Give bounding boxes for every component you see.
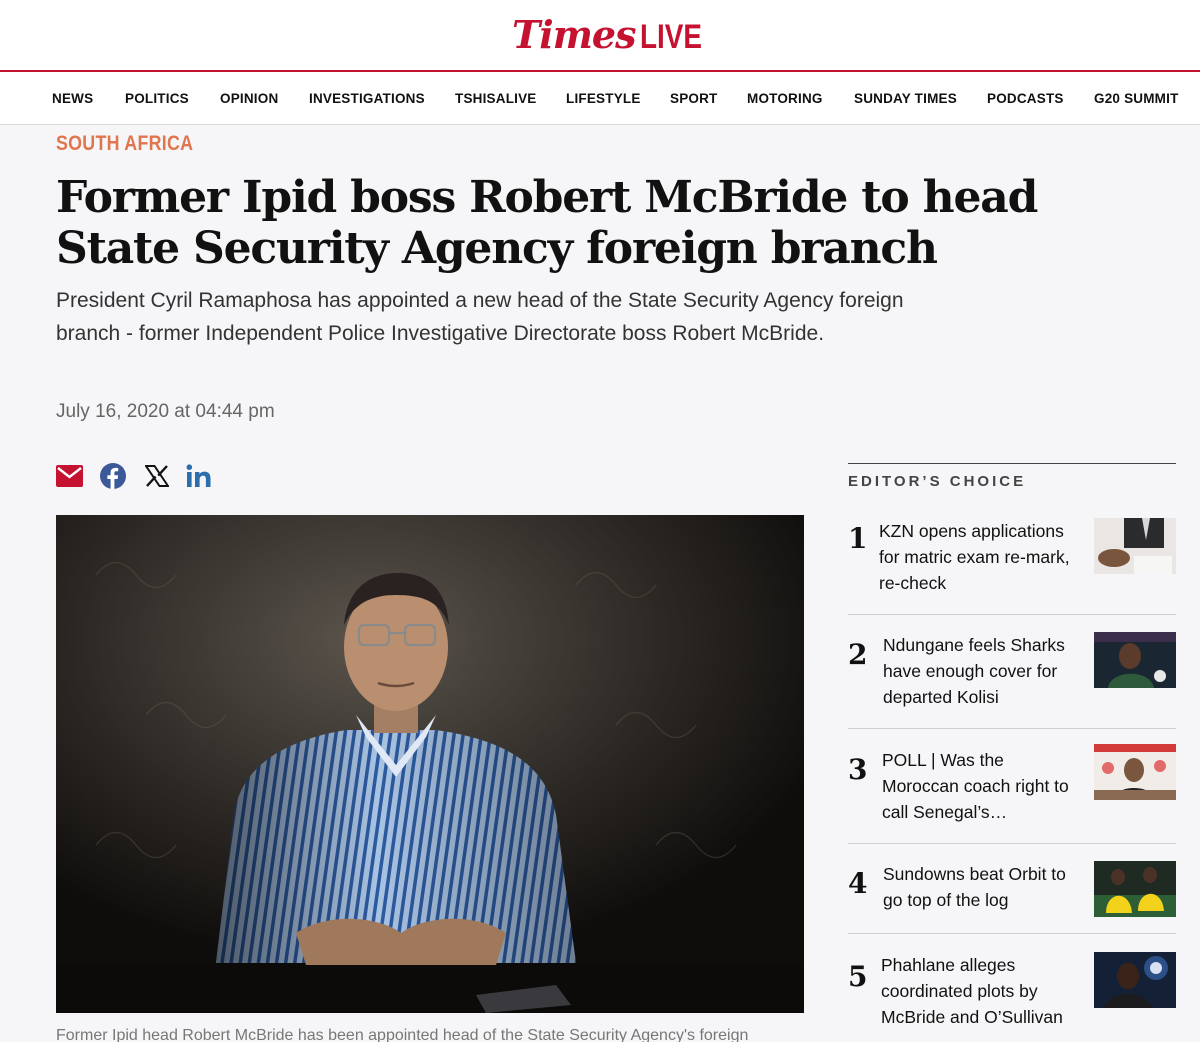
nav-item-lifestyle[interactable]: LIFESTYLE <box>566 91 641 106</box>
editors-choice-thumbnail[interactable] <box>1094 518 1176 574</box>
editors-choice-item-3[interactable]: 3 POLL | Was the Moroccan coach right to… <box>848 739 1176 844</box>
editors-choice-headline[interactable]: Sundowns beat Orbit to go top of the log <box>883 861 1083 913</box>
nav-item-tshisalive[interactable]: TSHISALIVE <box>455 91 537 106</box>
article-date: July 16, 2020 at 04:44 pm <box>56 401 275 422</box>
logo-live-text: LIVE <box>639 18 702 56</box>
facebook-icon <box>100 463 126 489</box>
nav-item-motoring[interactable]: MOTORING <box>747 91 823 106</box>
editors-choice-headline[interactable]: KZN opens applications for matric exam r… <box>879 518 1079 596</box>
editors-choice-thumbnail[interactable] <box>1094 861 1176 917</box>
nav-item-podcasts[interactable]: PODCASTS <box>987 91 1064 106</box>
editors-choice-number: 4 <box>848 867 868 900</box>
editors-choice-separator <box>848 843 1176 844</box>
nav-item-sport[interactable]: SPORT <box>670 91 718 106</box>
editors-choice-thumbnail[interactable] <box>1094 744 1176 800</box>
facebook-share-button[interactable] <box>99 462 127 490</box>
email-icon <box>55 465 83 487</box>
article-standfirst: President Cyril Ramaphosa has appointed … <box>56 289 904 345</box>
article-main-photo <box>56 515 804 1013</box>
nav-item-investigations[interactable]: INVESTIGATIONS <box>309 91 425 106</box>
editors-choice-number: 2 <box>848 638 868 671</box>
editors-choice-number: 3 <box>848 753 868 786</box>
editors-choice-headline[interactable]: Ndungane feels Sharks have enough cover … <box>883 632 1083 710</box>
nav-item-news[interactable]: NEWS <box>52 91 93 106</box>
editors-choice-thumbnail[interactable] <box>1094 952 1176 1008</box>
editors-choice-headline[interactable]: POLL | Was the Moroccan coach right to c… <box>882 747 1082 825</box>
section-label[interactable]: SOUTH AFRICA <box>56 132 193 156</box>
nav-item-opinion[interactable]: OPINION <box>220 91 278 106</box>
editors-choice-rule <box>848 463 1176 464</box>
editors-choice-separator <box>848 728 1176 729</box>
editors-choice-headline[interactable]: Phahlane alleges coordinated plots by Mc… <box>881 952 1081 1030</box>
editors-choice-separator <box>848 933 1176 934</box>
editors-choice-separator <box>848 614 1176 615</box>
editors-choice-thumbnail[interactable] <box>1094 632 1176 688</box>
editors-choice-title: EDITOR’S CHOICE <box>848 473 1027 490</box>
editors-choice-number: 5 <box>848 960 868 993</box>
main-nav: NEWS POLITICS OPINION INVESTIGATIONS TSH… <box>0 72 1200 125</box>
editors-choice-number: 1 <box>848 522 868 555</box>
linkedin-icon <box>186 464 211 487</box>
x-share-button[interactable] <box>143 462 171 490</box>
nav-item-politics[interactable]: POLITICS <box>125 91 189 106</box>
nav-item-g20-summit[interactable]: G20 SUMMIT <box>1094 91 1179 106</box>
nav-item-sunday-times[interactable]: SUNDAY TIMES <box>854 91 957 106</box>
editors-choice-item-2[interactable]: 2 Ndungane feels Sharks have enough cove… <box>848 624 1176 729</box>
email-share-button[interactable] <box>55 462 83 490</box>
x-icon <box>145 465 169 487</box>
site-header: Times LIVE <box>0 0 1200 70</box>
editors-choice-item-5[interactable]: 5 Phahlane alleges coordinated plots by … <box>848 944 1176 1042</box>
times-live-logo[interactable]: Times LIVE <box>512 12 715 58</box>
photo-caption: Former Ipid head Robert McBride has been… <box>56 1027 749 1042</box>
linkedin-share-button[interactable] <box>185 462 213 490</box>
editors-choice-item-4[interactable]: 4 Sundowns beat Orbit to go top of the l… <box>848 853 1176 934</box>
article-headline: Former Ipid boss Robert McBride to head … <box>56 172 1038 274</box>
editors-choice-item-1[interactable]: 1 KZN opens applications for matric exam… <box>848 510 1176 615</box>
logo-times-text: Times <box>512 12 636 57</box>
